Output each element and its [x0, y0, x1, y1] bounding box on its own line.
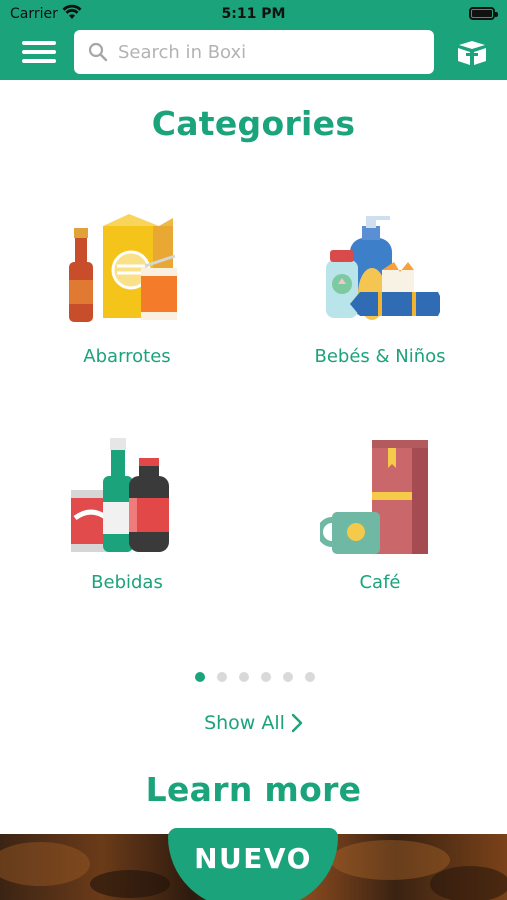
category-label: Abarrotes	[83, 346, 171, 367]
search-bar[interactable]	[74, 30, 434, 74]
category-label: Bebidas	[91, 572, 163, 593]
category-abarrotes[interactable]: Abarrotes	[27, 210, 227, 367]
category-label: Café	[359, 572, 401, 593]
show-all-button[interactable]: Show All	[0, 712, 507, 734]
hamburger-menu-icon[interactable]	[22, 39, 56, 65]
status-bar: Carrier 5:11 PM	[0, 0, 507, 28]
search-input[interactable]	[118, 30, 418, 74]
baby-products-illustration	[326, 216, 440, 320]
drinks-illustration	[71, 438, 169, 552]
categories-title: Categories	[151, 104, 356, 143]
category-bebidas[interactable]: Bebidas	[27, 436, 227, 593]
learn-more-title: Learn more	[145, 770, 362, 809]
pager-dot[interactable]	[261, 672, 271, 682]
groceries-illustration	[69, 214, 177, 322]
show-all-label: Show All	[204, 712, 285, 734]
box-icon[interactable]	[457, 40, 487, 66]
battery-icon	[469, 7, 498, 20]
top-app-bar: Carrier 5:11 PM	[0, 0, 507, 80]
coffee-illustration	[320, 440, 428, 554]
nuevo-label: NUEVO	[194, 842, 312, 875]
pager-dot[interactable]	[195, 672, 205, 682]
chevron-right-icon	[291, 713, 303, 733]
category-cafe[interactable]: Café	[280, 436, 480, 593]
pager-dot[interactable]	[305, 672, 315, 682]
search-icon	[88, 42, 108, 62]
pager-dot[interactable]	[239, 672, 249, 682]
nuevo-badge[interactable]: NUEVO	[168, 828, 338, 900]
pager-dot[interactable]	[283, 672, 293, 682]
category-bebes-ninos[interactable]: Bebés & Niños	[280, 210, 480, 367]
category-label: Bebés & Niños	[314, 346, 446, 367]
app-screen: Carrier 5:11 PM Search in Boxi Categorie…	[0, 0, 507, 900]
clock: 5:11 PM	[221, 6, 286, 22]
pager-dot[interactable]	[217, 672, 227, 682]
